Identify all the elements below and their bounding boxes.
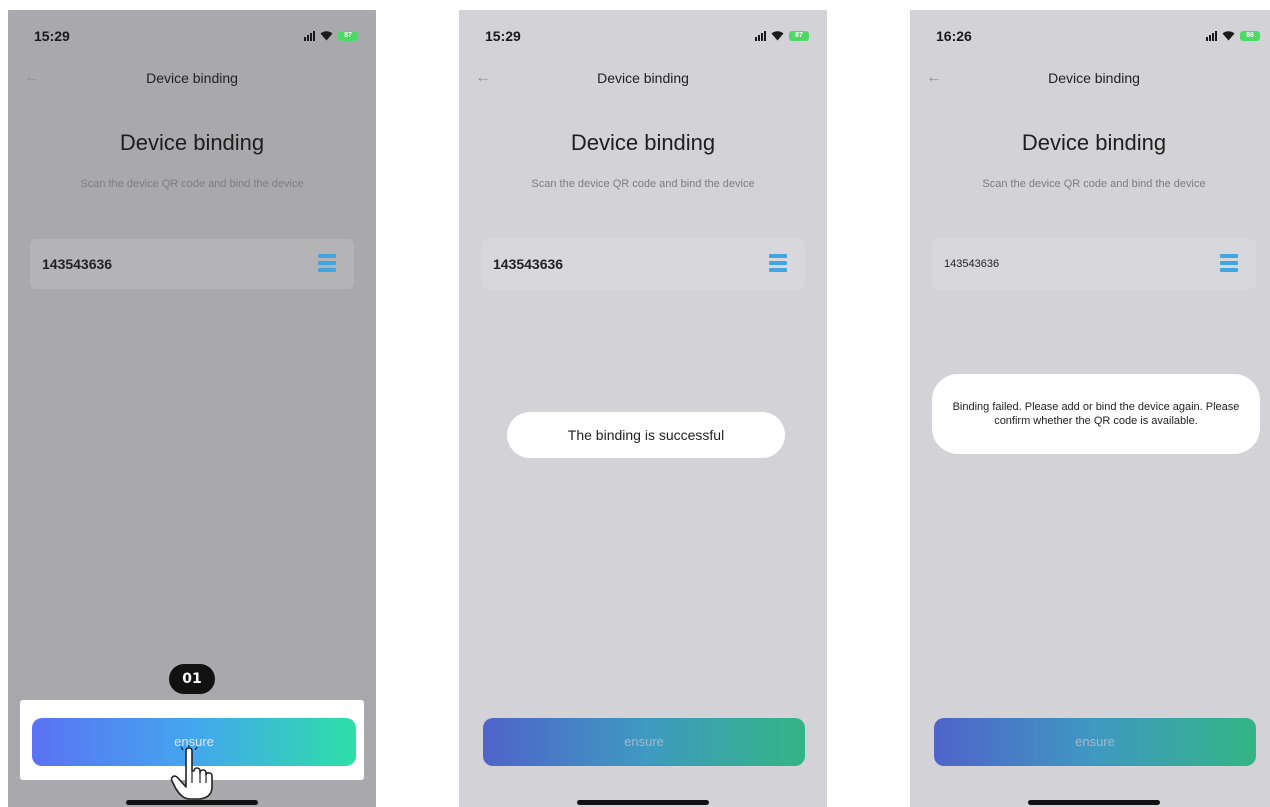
scan-icon[interactable] bbox=[769, 253, 787, 273]
status-bar: 15:29 87 bbox=[8, 28, 376, 48]
device-code-field[interactable]: 143543636 bbox=[30, 239, 354, 289]
device-code-value: 143543636 bbox=[42, 256, 113, 272]
wifi-icon bbox=[1222, 31, 1235, 41]
device-code-value: 143543636 bbox=[944, 258, 1000, 270]
page-heading: Device binding bbox=[570, 130, 716, 155]
page-subtitle: Scan the device QR code and bind the dev… bbox=[982, 178, 1206, 190]
home-indicator bbox=[126, 800, 258, 805]
step-badge: 01 bbox=[169, 664, 215, 694]
signal-icon bbox=[304, 30, 315, 41]
scan-icon[interactable] bbox=[318, 253, 336, 273]
phone-screen-1: 15:29 87 ← Device binding Device binding… bbox=[8, 10, 376, 807]
battery-icon: 87 bbox=[789, 30, 809, 41]
nav-title: Device binding bbox=[146, 70, 238, 86]
page-subtitle: Scan the device QR code and bind the dev… bbox=[80, 178, 304, 190]
ensure-button[interactable]: ensure bbox=[934, 718, 1256, 766]
battery-icon: 87 bbox=[338, 30, 358, 41]
page-subtitle: Scan the device QR code and bind the dev… bbox=[531, 178, 755, 190]
status-time: 15:29 bbox=[34, 28, 70, 44]
wifi-icon bbox=[771, 31, 784, 41]
failure-toast: Binding failed. Please add or bind the d… bbox=[932, 374, 1260, 454]
device-code-value: 143543636 bbox=[493, 256, 564, 272]
phone-screen-2: 15:29 87 ← Device binding Device binding… bbox=[459, 10, 827, 807]
status-bar: 16:26 86 bbox=[910, 28, 1270, 48]
success-toast: The binding is successful bbox=[507, 412, 785, 458]
nav-title: Device binding bbox=[597, 70, 689, 86]
ensure-button[interactable]: ensure bbox=[483, 718, 805, 766]
signal-icon bbox=[1206, 30, 1217, 41]
device-code-field[interactable]: 143543636 bbox=[481, 239, 805, 289]
home-indicator bbox=[1028, 800, 1160, 805]
nav-title: Device binding bbox=[1048, 70, 1140, 86]
device-code-field[interactable]: 143543636 bbox=[932, 239, 1256, 289]
battery-icon: 86 bbox=[1240, 30, 1260, 41]
home-indicator bbox=[577, 800, 709, 805]
tap-hand-icon bbox=[170, 745, 213, 800]
phone-screen-3: 16:26 86 ← Device binding Device binding… bbox=[910, 10, 1270, 807]
wifi-icon bbox=[320, 31, 333, 41]
page-heading: Device binding bbox=[119, 130, 265, 155]
status-bar: 15:29 87 bbox=[459, 28, 827, 48]
signal-icon bbox=[755, 30, 766, 41]
scan-icon[interactable] bbox=[1220, 253, 1238, 273]
page-heading: Device binding bbox=[1021, 130, 1167, 155]
status-time: 16:26 bbox=[936, 28, 972, 44]
status-time: 15:29 bbox=[485, 28, 521, 44]
